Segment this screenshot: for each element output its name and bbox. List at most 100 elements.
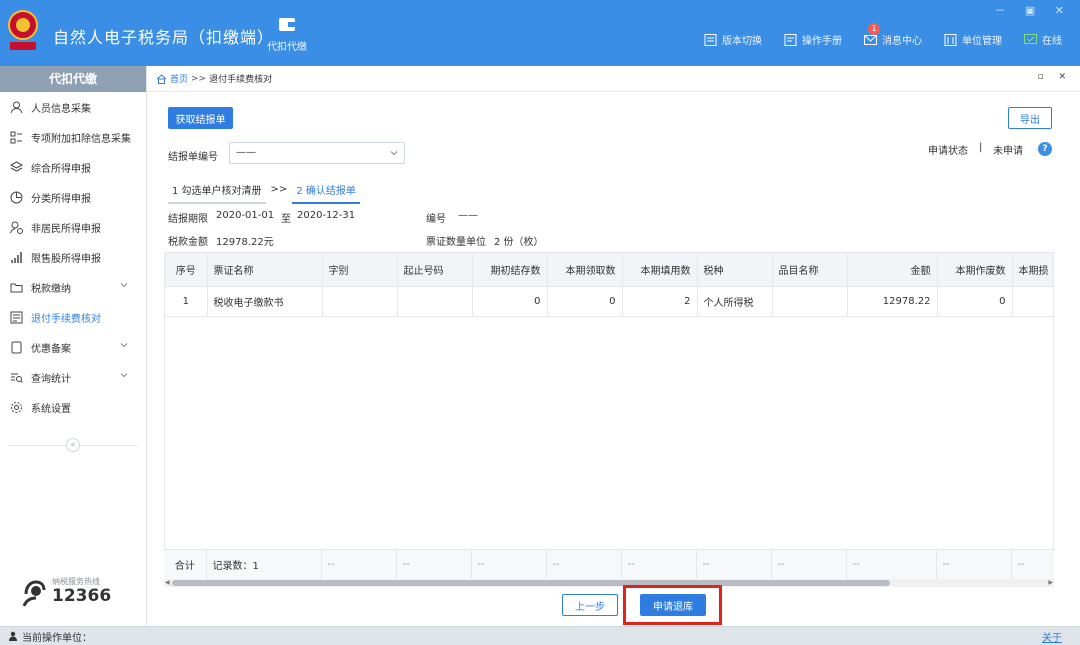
summary-cell: --: [321, 550, 397, 579]
breadcrumb-home-link[interactable]: 首页: [170, 72, 188, 85]
column-header[interactable]: 本期填用数: [622, 253, 698, 287]
sidebar-item-nonresident-income[interactable]: 非居民所得申报: [0, 212, 146, 242]
table-cell: 个人所得税: [697, 286, 773, 317]
table-row[interactable]: 1 税收电子缴款书 0 0 2 个人所得税 12978.22 0: [165, 286, 1053, 317]
table-cell: 0: [472, 286, 548, 317]
message-center-button[interactable]: 1 消息中心: [864, 23, 922, 47]
export-button[interactable]: 导出: [1008, 107, 1052, 129]
help-icon[interactable]: ?: [1038, 142, 1052, 156]
window-controls[interactable]: － ▣ ✕: [994, 2, 1072, 18]
apply-status-value: 未申请: [993, 146, 1023, 157]
person-globe-icon: [10, 221, 23, 234]
table-cell: 1: [165, 286, 208, 317]
fetch-report-button[interactable]: 获取结报单: [168, 107, 233, 129]
column-header[interactable]: 税种: [697, 253, 773, 287]
summary-cell: --: [1011, 550, 1054, 579]
sidebar-item-system-settings[interactable]: 系统设置: [0, 392, 146, 422]
tax-amount-value: 12978.22元: [216, 237, 274, 248]
column-header[interactable]: 起止号码: [397, 253, 473, 287]
table-summary-row: 合计 记录数：1 -- -- -- -- -- -- -- -- -- --: [164, 549, 1054, 579]
step-2[interactable]: 2 确认结报单: [292, 179, 360, 204]
tax-emblem-logo: [8, 10, 38, 50]
sidebar-item-refund-fee-check[interactable]: 退付手续费核对: [0, 302, 146, 332]
pie-chart-icon: [10, 191, 23, 203]
column-header[interactable]: 期初结存数: [472, 253, 548, 287]
building-icon: [944, 33, 957, 46]
sidebar-item-restricted-shares[interactable]: 限售股所得申报: [0, 242, 146, 272]
chevron-down-icon: [120, 343, 128, 348]
manual-button[interactable]: 操作手册: [784, 32, 842, 47]
online-status-button[interactable]: 在线: [1024, 32, 1062, 47]
annotation-highlight-box: [623, 585, 722, 625]
ticket-table: 序号 票证名称 字别 起止号码 期初结存数 本期领取数 本期填用数 税种 品目名…: [164, 252, 1054, 579]
sidebar-item-tax-payment[interactable]: 税款缴纳: [0, 272, 146, 302]
table-cell: [322, 286, 398, 317]
table-cell: [397, 286, 473, 317]
sidebar-item-query-statistics[interactable]: 查询统计: [0, 362, 146, 392]
breadcrumb-separator: >>: [191, 73, 207, 84]
chevron-down-icon: [120, 283, 128, 288]
step-separator: >>: [270, 184, 288, 195]
table-cell: [772, 286, 848, 317]
scroll-right-arrow-icon[interactable]: ▶: [1048, 579, 1053, 587]
sidebar-item-comprehensive-income[interactable]: 综合所得申报: [0, 152, 146, 182]
column-header[interactable]: 票证名称: [207, 253, 323, 287]
about-link[interactable]: 关于: [1042, 629, 1062, 644]
column-header[interactable]: 金额: [847, 253, 938, 287]
summary-cell: --: [396, 550, 472, 579]
bar-signal-icon: [11, 251, 22, 263]
summary-cell: --: [546, 550, 622, 579]
wallet-icon: [279, 18, 295, 31]
table-cell: [1012, 286, 1053, 317]
ticket-count-value: 2 份（枚）: [494, 237, 544, 248]
summary-record-count: 记录数：1: [206, 550, 322, 579]
sidebar-item-preferential-filing[interactable]: 优惠备案: [0, 332, 146, 362]
code-label: 编号: [426, 214, 446, 225]
sidebar-item-classified-income[interactable]: 分类所得申报: [0, 182, 146, 212]
tab-window-controls[interactable]: ▫ ✕: [1037, 72, 1072, 82]
previous-step-button[interactable]: 上一步: [562, 594, 618, 616]
period-label: 结报期限: [168, 214, 208, 225]
user-icon: [9, 631, 17, 641]
report-no-label: 结报单编号: [168, 152, 218, 163]
person-icon: [10, 101, 23, 113]
title-bar: 自然人电子税务局（扣缴端） 代扣代缴 － ▣ ✕ 版本切换 操作手册 1 消息中…: [0, 0, 1080, 66]
home-icon: [156, 73, 167, 84]
module-label: 代扣代缴: [267, 42, 307, 53]
period-start: 2020-01-01: [216, 210, 275, 221]
column-header[interactable]: 品目名称: [772, 253, 848, 287]
column-header[interactable]: 序号: [165, 253, 208, 287]
scroll-left-arrow-icon[interactable]: ◀: [165, 579, 170, 587]
doc-icon: [11, 341, 22, 353]
scrollbar-thumb[interactable]: [172, 580, 890, 586]
app-title: 自然人电子税务局（扣缴端）: [53, 28, 275, 47]
summary-cell: --: [846, 550, 937, 579]
search-list-icon: [11, 373, 23, 383]
headset-person-icon: [22, 580, 46, 607]
module-withholding[interactable]: 代扣代缴: [262, 16, 312, 53]
column-header[interactable]: 字别: [322, 253, 398, 287]
layers-icon: [10, 160, 23, 172]
version-switch-button[interactable]: 版本切换: [704, 32, 762, 47]
list-icon: [10, 131, 22, 143]
report-no-select[interactable]: ——: [229, 142, 405, 164]
summary-cell: --: [471, 550, 547, 579]
summary-total-label: 合计: [164, 550, 207, 579]
chevron-down-icon: [390, 151, 398, 156]
folder-icon: [10, 283, 23, 292]
breadcrumb: 首页 >> 退付手续费核对 ▫ ✕: [148, 66, 1080, 92]
column-header[interactable]: 本期损: [1012, 253, 1053, 287]
column-header[interactable]: 本期作废数: [937, 253, 1013, 287]
sidebar-collapse-button[interactable]: «: [66, 438, 80, 452]
unit-management-button[interactable]: 单位管理: [944, 32, 1002, 47]
document-icon: [704, 33, 717, 46]
column-header[interactable]: 本期领取数: [547, 253, 623, 287]
table-cell: 0: [547, 286, 623, 317]
sidebar-item-personnel[interactable]: 人员信息采集: [0, 92, 146, 122]
horizontal-scrollbar[interactable]: ◀ ▶: [164, 579, 1054, 587]
table-cell: 税收电子缴款书: [207, 286, 323, 317]
sidebar-item-special-deduction[interactable]: 专项附加扣除信息采集: [0, 122, 146, 152]
breadcrumb-current: 退付手续费核对: [209, 75, 273, 85]
step-1[interactable]: 1 勾选单户核对清册: [168, 179, 266, 204]
apply-status-label: 申请状态: [928, 146, 968, 157]
